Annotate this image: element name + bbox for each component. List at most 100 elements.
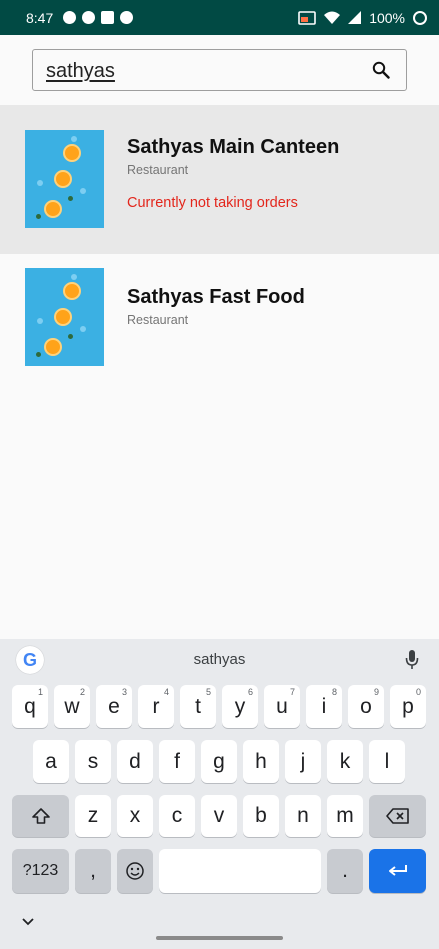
key-label: l <box>384 749 390 773</box>
enter-key[interactable] <box>369 849 426 893</box>
restaurant-item[interactable]: Sathyas Fast Food Restaurant <box>0 254 439 384</box>
key-f[interactable]: f <box>159 740 195 783</box>
key-c[interactable]: c <box>159 795 195 837</box>
whatsapp-icon <box>82 11 96 24</box>
key-number-hint: 3 <box>121 687 127 697</box>
key-number-hint: 7 <box>289 687 295 697</box>
key-label: s <box>87 749 99 773</box>
key-p[interactable]: p0 <box>390 685 426 728</box>
shift-icon <box>31 808 50 824</box>
key-u[interactable]: u7 <box>264 685 300 728</box>
signal-icon <box>348 11 362 24</box>
key-number-hint: 1 <box>37 687 43 697</box>
key-label: e <box>108 694 120 718</box>
key-i[interactable]: i8 <box>306 685 342 728</box>
key-label: b <box>255 804 267 827</box>
key-label: g <box>213 749 225 773</box>
key-k[interactable]: k <box>327 740 363 783</box>
key-number-hint: 5 <box>205 687 211 697</box>
key-x[interactable]: x <box>117 795 153 837</box>
key-z[interactable]: z <box>75 795 111 837</box>
suggestion-bar: G sathyas <box>0 639 439 681</box>
enter-icon <box>388 865 407 876</box>
key-label: h <box>255 749 267 773</box>
status-time: 8:47 <box>26 9 54 26</box>
gesture-nav-bar[interactable] <box>156 936 283 940</box>
emoji-icon <box>126 862 144 880</box>
restaurant-thumbnail <box>25 268 104 366</box>
key-label: r <box>152 694 160 718</box>
key-m[interactable]: m <box>327 795 363 837</box>
emoji-key[interactable] <box>117 849 153 893</box>
record-icon <box>120 11 134 24</box>
key-w[interactable]: w2 <box>54 685 90 728</box>
wifi-icon <box>324 11 341 24</box>
search-input[interactable]: sathyas <box>32 49 407 91</box>
ordering-status: Currently not taking orders <box>127 195 298 211</box>
period-key[interactable]: . <box>327 849 363 893</box>
search-bar-area: sathyas <box>0 35 439 105</box>
cast-icon <box>298 10 316 25</box>
soft-keyboard: G sathyas q1w2e3r4t5y6u7i8o9p0 asdfghjkl… <box>0 639 439 949</box>
message-icon <box>63 11 77 24</box>
restaurant-category: Restaurant <box>127 313 189 327</box>
key-label: u <box>276 694 288 718</box>
key-label: x <box>129 804 141 827</box>
key-d[interactable]: d <box>117 740 153 783</box>
key-s[interactable]: s <box>75 740 111 783</box>
restaurant-name: Sathyas Main Canteen <box>127 136 340 158</box>
key-h[interactable]: h <box>243 740 279 783</box>
key-label: i <box>321 694 327 718</box>
gmail-icon <box>101 11 115 24</box>
search-query[interactable]: sathyas <box>46 60 115 83</box>
key-l[interactable]: l <box>369 740 405 783</box>
key-label: j <box>300 749 306 773</box>
key-v[interactable]: v <box>201 795 237 837</box>
key-label: n <box>297 804 309 827</box>
key-label: k <box>339 749 351 773</box>
key-label: o <box>360 694 372 718</box>
key-q[interactable]: q1 <box>12 685 48 728</box>
key-label: a <box>45 749 57 773</box>
key-label: q <box>24 694 36 718</box>
key-t[interactable]: t5 <box>180 685 216 728</box>
key-b[interactable]: b <box>243 795 279 837</box>
key-number-hint: 4 <box>163 687 169 697</box>
backspace-key[interactable] <box>369 795 426 837</box>
notification-icons <box>63 11 134 24</box>
symbols-key[interactable]: ?123 <box>12 849 69 893</box>
system-icons: 100% <box>298 10 427 26</box>
key-r[interactable]: r4 <box>138 685 174 728</box>
key-number-hint: 0 <box>415 687 421 697</box>
key-label: z <box>87 804 99 827</box>
key-g[interactable]: g <box>201 740 237 783</box>
key-number-hint: 8 <box>331 687 337 697</box>
comma-key[interactable]: , <box>75 849 111 893</box>
key-label: v <box>213 804 225 827</box>
key-number-hint: 6 <box>247 687 253 697</box>
screen: 8:47 100% sathyas Sathyas Main Canteen R… <box>0 0 439 949</box>
key-label: t <box>195 694 201 718</box>
microphone-icon[interactable] <box>405 649 419 671</box>
key-label: y <box>234 694 246 718</box>
key-label: p <box>402 694 414 718</box>
key-label: f <box>174 749 180 773</box>
key-label: w <box>64 694 80 718</box>
restaurant-category: Restaurant <box>127 163 189 177</box>
key-o[interactable]: o9 <box>348 685 384 728</box>
key-j[interactable]: j <box>285 740 321 783</box>
space-key[interactable] <box>159 849 321 893</box>
word-suggestion[interactable]: sathyas <box>0 651 439 668</box>
key-n[interactable]: n <box>285 795 321 837</box>
keyboard-collapse-icon[interactable] <box>22 918 34 926</box>
battery-percent: 100% <box>369 9 405 26</box>
key-y[interactable]: y6 <box>222 685 258 728</box>
search-icon[interactable] <box>372 61 390 79</box>
key-a[interactable]: a <box>33 740 69 783</box>
status-bar: 8:47 100% <box>0 0 439 35</box>
restaurant-name: Sathyas Fast Food <box>127 286 305 308</box>
key-e[interactable]: e3 <box>96 685 132 728</box>
shift-key[interactable] <box>12 795 69 837</box>
restaurant-item[interactable]: Sathyas Main Canteen Restaurant Currentl… <box>0 105 439 254</box>
backspace-icon <box>385 808 409 824</box>
